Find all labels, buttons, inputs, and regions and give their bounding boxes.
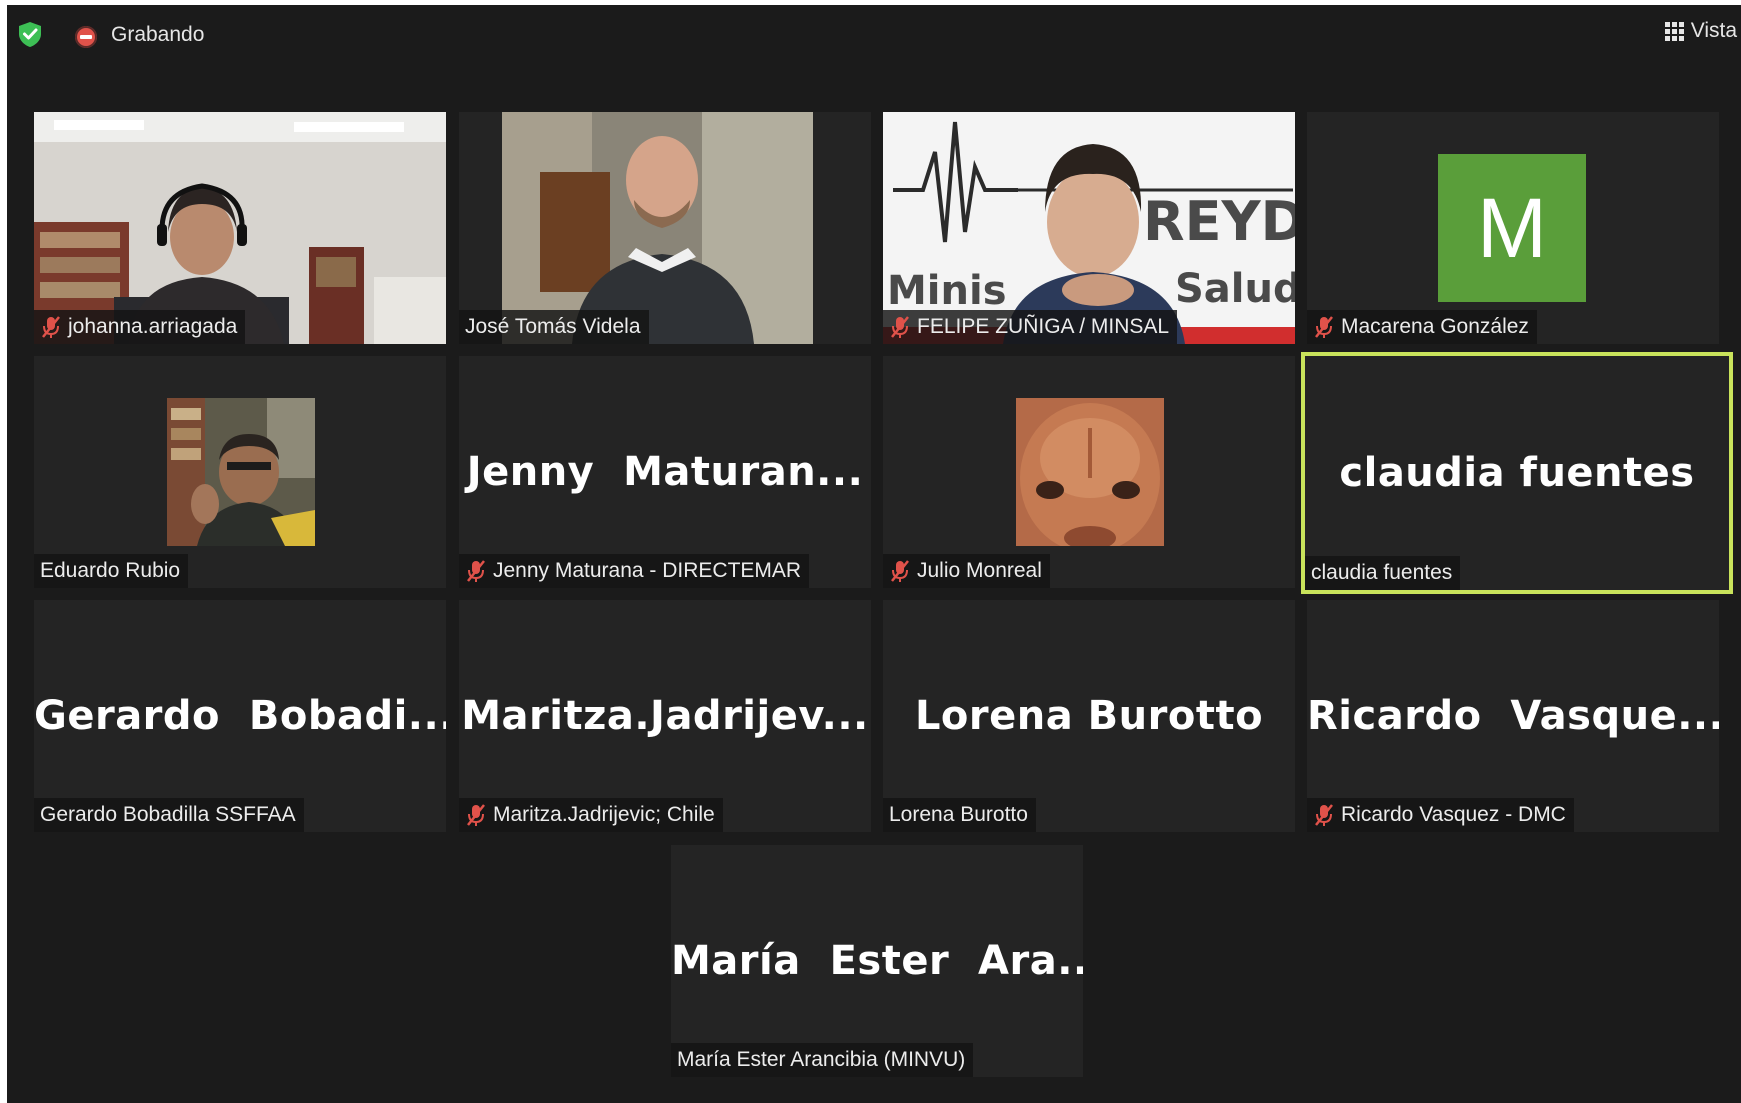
participant-name: Eduardo Rubio bbox=[40, 559, 181, 582]
zoom-meeting-window: Grabando Vista johanna.arriagada José To… bbox=[7, 5, 1741, 1103]
video-sign-text: Minis bbox=[887, 268, 1007, 314]
muted-mic-icon bbox=[1315, 804, 1333, 826]
participant-video bbox=[1016, 398, 1164, 546]
participant-tile-maritza[interactable]: Maritza.Jadrijev... Maritza.Jadrijevic; … bbox=[459, 600, 871, 832]
participant-name-tag: Eduardo Rubio bbox=[34, 554, 189, 588]
participant-name: María Ester Arancibia (MINVU) bbox=[677, 1048, 966, 1071]
grid-view-icon bbox=[1664, 21, 1684, 41]
participant-name: Ricardo Vasquez - DMC bbox=[1341, 803, 1566, 826]
participant-name: Lorena Burotto bbox=[889, 803, 1028, 826]
view-label: Vista bbox=[1690, 19, 1737, 42]
participant-name: Jenny Maturana - DIRECTEMAR bbox=[493, 559, 802, 582]
participant-name-display: María Ester Ara... bbox=[671, 938, 1083, 984]
participant-name: FELIPE ZUÑIGA / MINSAL bbox=[917, 315, 1170, 338]
participant-tile-jose-tomas[interactable]: José Tomás Videla bbox=[459, 112, 871, 344]
participant-tile-jenny[interactable]: Jenny Maturan... Jenny Maturana - DIRECT… bbox=[459, 356, 871, 588]
participant-name-tag: Gerardo Bobadilla SSFFAA bbox=[34, 798, 304, 832]
participant-name-display: Jenny Maturan... bbox=[466, 449, 864, 495]
participant-name-tag: FELIPE ZUÑIGA / MINSAL bbox=[883, 310, 1178, 344]
participant-name-tag: María Ester Arancibia (MINVU) bbox=[671, 1043, 974, 1077]
participant-name-tag: Julio Monreal bbox=[883, 554, 1050, 588]
participant-tile-felipe[interactable]: REYD Minis Salud FELIPE ZUÑIGA / MINSAL bbox=[883, 112, 1295, 344]
participant-tile-julio[interactable]: Julio Monreal bbox=[883, 356, 1295, 588]
participant-tile-macarena[interactable]: M Macarena González bbox=[1307, 112, 1719, 344]
muted-mic-icon bbox=[42, 316, 60, 338]
video-sign-text: Salud bbox=[1175, 266, 1295, 312]
view-button[interactable]: Vista bbox=[1664, 19, 1737, 43]
participant-tile-gerardo[interactable]: Gerardo Bobadi... Gerardo Bobadilla SSFF… bbox=[34, 600, 446, 832]
muted-mic-icon bbox=[467, 560, 485, 582]
participant-tile-eduardo[interactable]: Eduardo Rubio bbox=[34, 356, 446, 588]
participant-video bbox=[167, 398, 315, 546]
participant-name: johanna.arriagada bbox=[68, 315, 238, 338]
participant-name-display: Ricardo Vasque... bbox=[1307, 693, 1719, 739]
participant-tile-johanna[interactable]: johanna.arriagada bbox=[34, 112, 446, 344]
muted-mic-icon bbox=[467, 804, 485, 826]
participant-name-tag: Lorena Burotto bbox=[883, 798, 1036, 832]
video-sign-text: REYD bbox=[1143, 190, 1295, 253]
participant-name: José Tomás Videla bbox=[465, 315, 641, 338]
participant-name-tag: Jenny Maturana - DIRECTEMAR bbox=[459, 554, 810, 588]
participant-name-display: Maritza.Jadrijev... bbox=[461, 693, 869, 739]
participant-name-tag: claudia fuentes bbox=[1305, 556, 1461, 590]
participant-name-display: Lorena Burotto bbox=[914, 693, 1264, 739]
participant-name-tag: johanna.arriagada bbox=[34, 310, 246, 344]
participant-tile-maria-ester[interactable]: María Ester Ara... María Ester Arancibia… bbox=[671, 845, 1083, 1077]
muted-mic-icon bbox=[891, 560, 909, 582]
recording-label: Grabando bbox=[111, 23, 205, 46]
participant-name-tag: Maritza.Jadrijevic; Chile bbox=[459, 798, 723, 832]
recording-icon[interactable] bbox=[75, 26, 97, 48]
participant-name-tag: José Tomás Videla bbox=[459, 310, 649, 344]
participant-name: Maritza.Jadrijevic; Chile bbox=[493, 803, 715, 826]
muted-mic-icon bbox=[891, 316, 909, 338]
participant-name-display: claudia fuentes bbox=[1339, 450, 1695, 496]
security-shield-icon[interactable] bbox=[16, 20, 44, 48]
participant-avatar: M bbox=[1438, 154, 1586, 302]
participant-tile-ricardo[interactable]: Ricardo Vasque... Ricardo Vasquez - DMC bbox=[1307, 600, 1719, 832]
participant-name: Macarena González bbox=[1341, 315, 1529, 338]
muted-mic-icon bbox=[1315, 316, 1333, 338]
participant-name: Julio Monreal bbox=[917, 559, 1042, 582]
participant-tile-lorena[interactable]: Lorena Burotto Lorena Burotto bbox=[883, 600, 1295, 832]
participant-tile-claudia-active-speaker[interactable]: claudia fuentes claudia fuentes bbox=[1301, 352, 1733, 594]
participant-name-display: Gerardo Bobadi... bbox=[34, 693, 446, 739]
participant-name: claudia fuentes bbox=[1311, 561, 1453, 584]
participant-name-tag: Ricardo Vasquez - DMC bbox=[1307, 798, 1574, 832]
participant-name-tag: Macarena González bbox=[1307, 310, 1537, 344]
participant-name: Gerardo Bobadilla SSFFAA bbox=[40, 803, 296, 826]
